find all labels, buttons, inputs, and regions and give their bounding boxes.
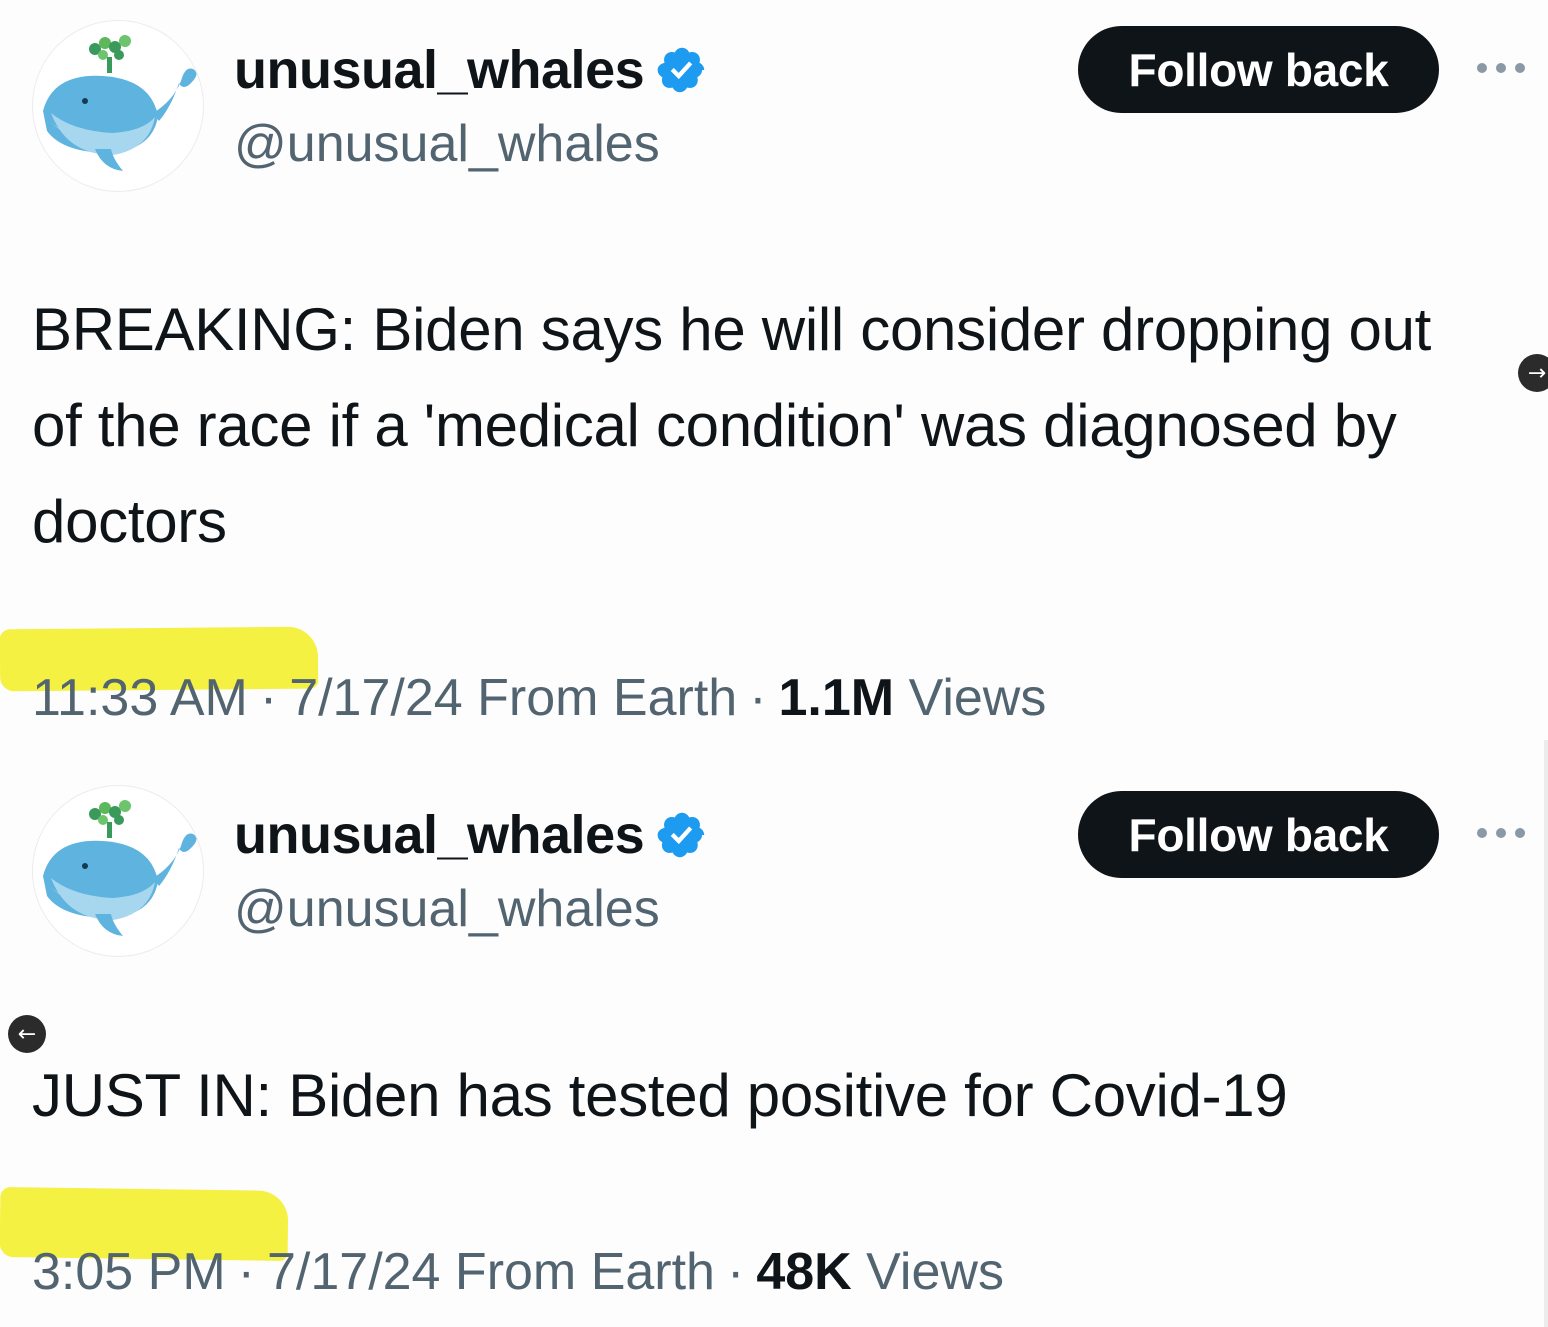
- verified-badge-icon: [657, 812, 705, 858]
- views-count: 48K: [756, 1243, 852, 1301]
- views-count: 1.1M: [778, 669, 895, 727]
- tweet-meta: 3:05 PM · 7/17/24 From Earth · 48K Views: [32, 1243, 1004, 1301]
- views-label: Views: [908, 669, 1047, 727]
- more-dots-icon[interactable]: [1474, 58, 1528, 78]
- more-dots-icon[interactable]: [1474, 823, 1528, 843]
- follow-back-button[interactable]: Follow back: [1078, 26, 1439, 113]
- display-name[interactable]: unusual_whales: [234, 803, 645, 867]
- user-handle[interactable]: @unusual_whales: [234, 877, 660, 941]
- whale-avatar-icon: [43, 35, 197, 171]
- tweet-date-source[interactable]: 7/17/24 From Earth: [267, 1243, 715, 1301]
- tweet: unusual_whales @unusual_whales Follow ba…: [0, 765, 1548, 1327]
- avatar[interactable]: [32, 20, 204, 192]
- views-label: Views: [866, 1243, 1004, 1301]
- whale-avatar-icon: [43, 800, 197, 936]
- avatar[interactable]: [32, 785, 204, 957]
- arrow-right-icon[interactable]: →: [1518, 354, 1548, 392]
- verified-badge-icon: [657, 47, 705, 93]
- tweet-meta: 11:33 AM · 7/17/24 From Earth · 1.1M Views: [32, 669, 1047, 727]
- tweet-time[interactable]: 11:33 AM: [32, 669, 248, 727]
- tweet-text: JUST IN: Biden has tested positive for C…: [32, 1062, 1288, 1129]
- follow-back-button[interactable]: Follow back: [1078, 791, 1439, 878]
- user-handle[interactable]: @unusual_whales: [234, 112, 660, 176]
- arrow-left-icon[interactable]: ←: [8, 1015, 46, 1053]
- tweet-time[interactable]: 3:05 PM: [32, 1243, 226, 1301]
- display-name[interactable]: unusual_whales: [234, 38, 645, 102]
- tweet-text: BREAKING: Biden says he will consider dr…: [32, 296, 1432, 555]
- tweet: unusual_whales @unusual_whales Follow ba…: [0, 0, 1548, 740]
- tweet-date-source[interactable]: 7/17/24 From Earth: [289, 669, 737, 727]
